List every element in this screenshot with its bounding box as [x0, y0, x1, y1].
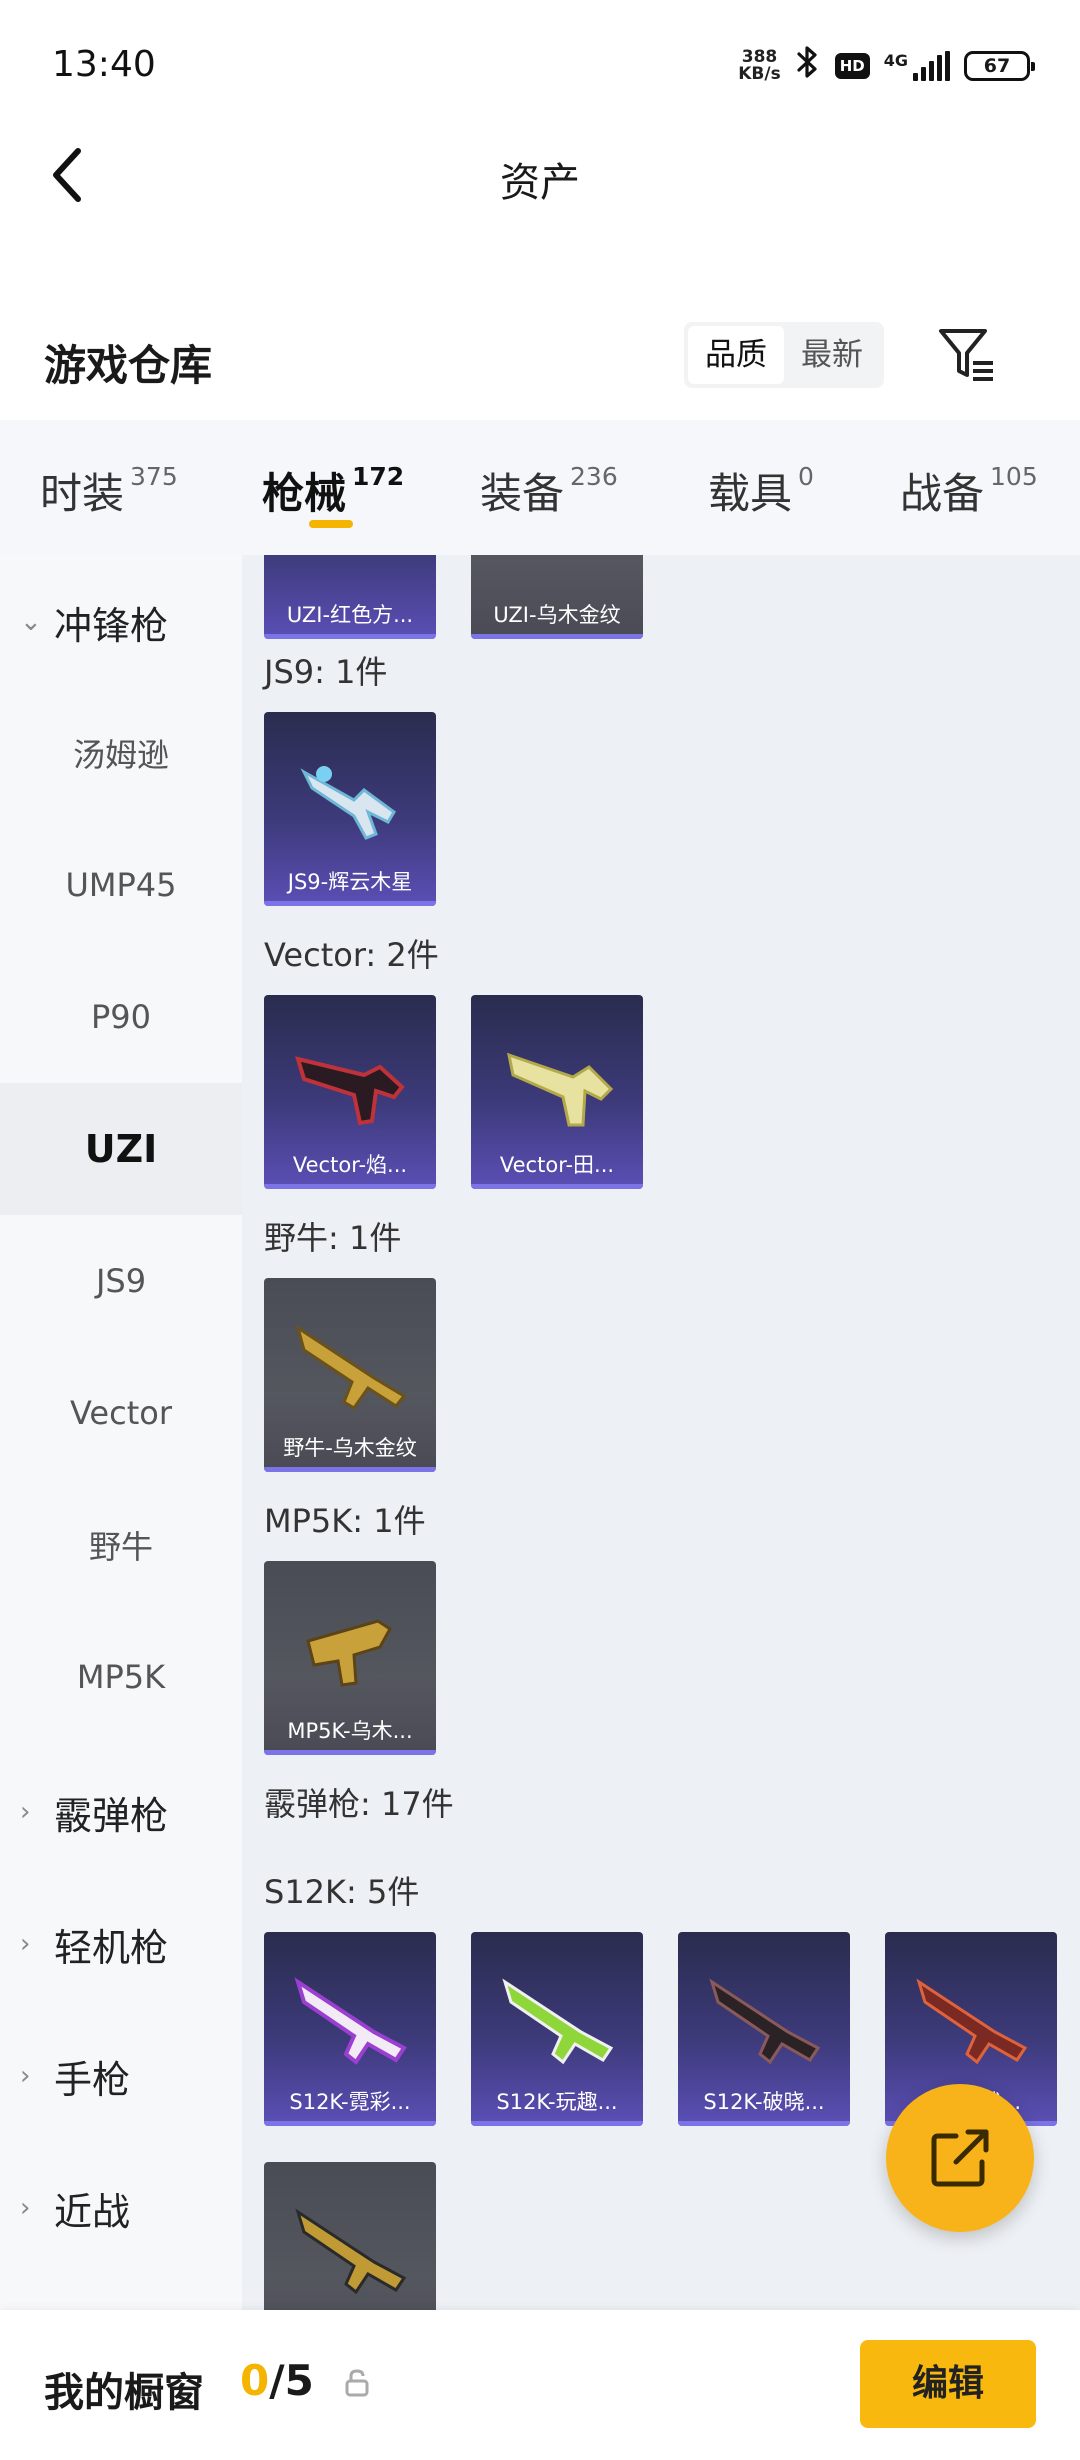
warehouse-title: 游戏仓库 [44, 341, 213, 390]
bottom-bar: 我的橱窗 0/5 编辑 [0, 2310, 1080, 2460]
share-icon [931, 2129, 989, 2187]
active-tab-indicator [309, 520, 353, 528]
group-label-mp5k: MP5K: 1件 [264, 1502, 426, 1540]
share-button[interactable] [886, 2084, 1034, 2232]
sidebar-item-js9[interactable]: JS9 [0, 1215, 242, 1347]
weapon-card[interactable]: UZI-乌木金纹 [471, 555, 643, 639]
battery-icon: 67 [964, 51, 1035, 81]
tab-vehicles[interactable]: 载具 0 [708, 460, 814, 521]
chevron-right-icon: › [20, 1929, 31, 1959]
weapon-thumbnail [306, 1619, 392, 1687]
weapon-thumbnail [916, 1978, 1028, 2065]
chevron-right-icon: › [20, 2061, 31, 2091]
weapon-card[interactable]: MP5K-乌木... [264, 1561, 436, 1755]
sidebar-category-melee[interactable]: › 近战 [20, 2168, 130, 2248]
weapon-thumbnail [507, 1052, 614, 1127]
page-title: 资产 [500, 160, 580, 206]
sidebar-item-ump45[interactable]: UMP45 [0, 819, 242, 951]
sidebar-category-lmg[interactable]: › 轻机枪 [20, 1904, 168, 1984]
sidebar-category-smg[interactable]: ⌄ 冲锋枪 [20, 582, 168, 662]
weapon-card[interactable]: S12K-玩趣... [471, 1932, 643, 2126]
sidebar-item-uzi[interactable]: UZI [0, 1083, 242, 1215]
weapon-card[interactable]: JS9-辉云木星 [264, 712, 436, 906]
weapon-card[interactable]: Vector-田... [471, 995, 643, 1189]
sort-option-quality[interactable]: 品质 [688, 326, 784, 384]
weapon-card[interactable]: UZI-红色方... [264, 555, 436, 639]
sidebar-item-mp5k[interactable]: MP5K [0, 1611, 242, 1743]
showcase-count: 0/5 [240, 2356, 314, 2405]
lock-icon [345, 2369, 369, 2397]
sidebar-item-thompson[interactable]: 汤姆逊 [0, 687, 242, 819]
weapon-sidebar: ⌄ 冲锋枪 汤姆逊 UMP45 P90 UZI JS9 Vector 野牛 MP… [0, 555, 242, 2310]
weapon-thumbnail [709, 1978, 821, 2065]
category-tabs: 时装 375 枪械 172 装备 236 载具 0 战备 105 [0, 420, 1080, 555]
bluetooth-icon [795, 45, 821, 87]
group-label-s12k: S12K: 5件 [264, 1873, 420, 1911]
filter-button[interactable] [932, 320, 1002, 390]
showcase-label: 我的橱窗 [44, 2370, 204, 2416]
chevron-down-icon: ⌄ [20, 607, 42, 637]
weapon-card[interactable]: 野牛-乌木金纹 [264, 1278, 436, 1472]
tab-fashion[interactable]: 时装 375 [40, 460, 178, 521]
hd-badge: HD [834, 53, 870, 79]
sidebar-category-shotgun[interactable]: › 霰弹枪 [20, 1772, 168, 1852]
group-label-vector: Vector: 2件 [264, 936, 439, 974]
tab-supplies[interactable]: 战备 105 [900, 460, 1038, 521]
weapon-card[interactable]: Vector-焰... [264, 995, 436, 1189]
chevron-right-icon: › [20, 1797, 31, 1827]
weapon-card[interactable] [264, 2162, 436, 2310]
weapon-card[interactable]: S12K-霓彩... [264, 1932, 436, 2126]
group-label-shotgun: 霰弹枪: 17件 [264, 1785, 454, 1823]
weapon-thumbnail [300, 766, 396, 840]
status-time: 13:40 [52, 44, 156, 85]
weapon-thumbnail [295, 1056, 405, 1126]
weapon-thumbnail [295, 1324, 407, 1411]
group-label-js9: JS9: 1件 [264, 653, 388, 691]
sidebar-item-vector[interactable]: Vector [0, 1347, 242, 1479]
tab-firearms[interactable]: 枪械 172 [262, 460, 404, 521]
sort-toggle: 品质 最新 [684, 322, 884, 388]
header: 资产 [0, 130, 1080, 220]
weapon-thumbnail [294, 1977, 407, 2065]
signal-icon: 4G [884, 51, 950, 81]
tab-equipment[interactable]: 装备 236 [480, 460, 618, 521]
status-bar: 13:40 388 KB/s HD 4G 67 [0, 0, 1080, 140]
group-label-bizon: 野牛: 1件 [264, 1219, 402, 1257]
status-icons: 388 KB/s HD 4G 67 [738, 44, 1035, 88]
sidebar-item-p90[interactable]: P90 [0, 951, 242, 1083]
sidebar-item-bizon[interactable]: 野牛 [0, 1479, 242, 1611]
filter-icon [939, 329, 993, 381]
chevron-right-icon: › [20, 2193, 31, 2223]
weapon-thumbnail [295, 2208, 407, 2295]
weapon-grid: UZI-红色方... UZI-乌木金纹 JS9: 1件 JS9-辉云木星 Vec… [242, 555, 1080, 2310]
network-speed: 388 KB/s [738, 47, 781, 84]
edit-button[interactable]: 编辑 [860, 2340, 1036, 2428]
weapon-thumbnail [502, 1978, 614, 2065]
sort-option-latest[interactable]: 最新 [784, 326, 880, 384]
sidebar-category-pistol[interactable]: › 手枪 [20, 2036, 130, 2116]
weapon-card[interactable]: S12K-破晓... [678, 1932, 850, 2126]
